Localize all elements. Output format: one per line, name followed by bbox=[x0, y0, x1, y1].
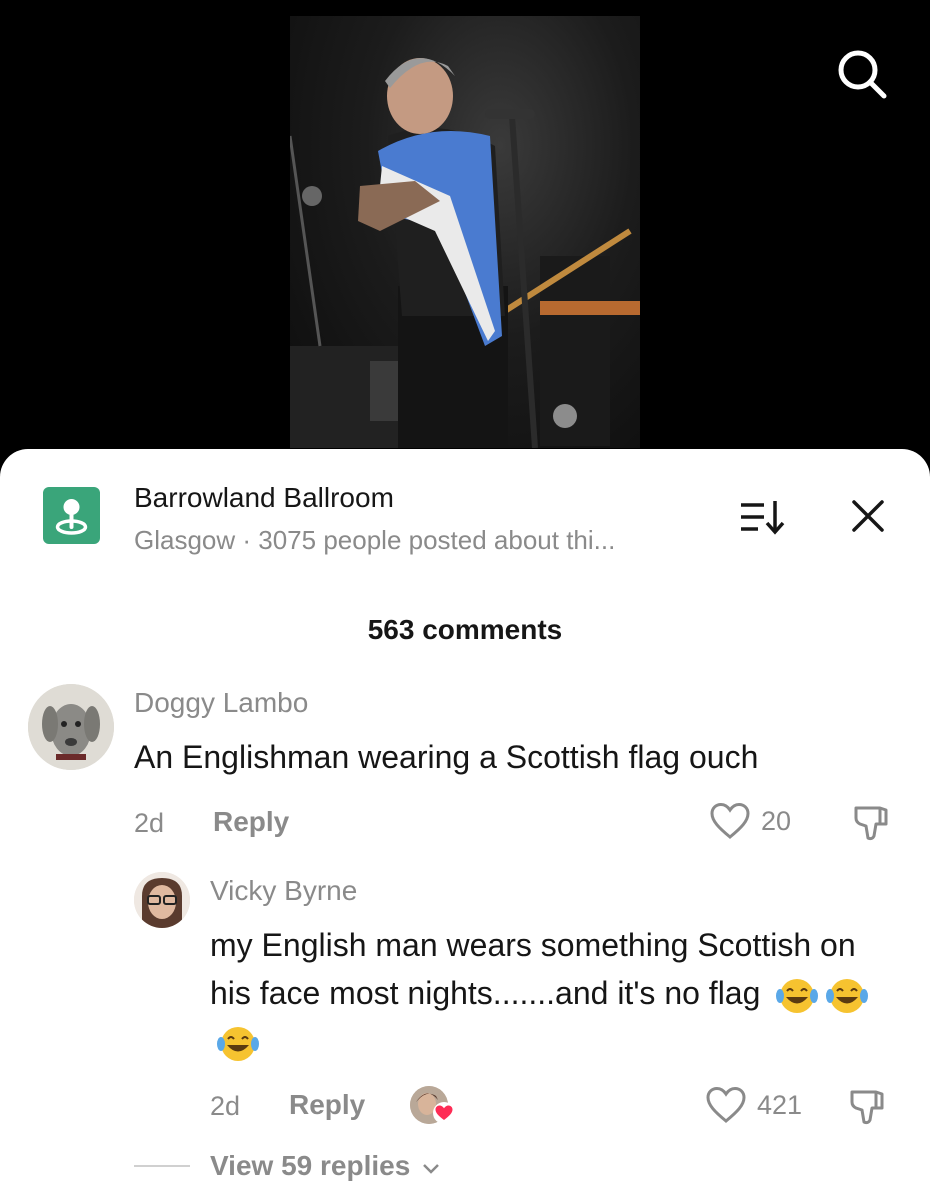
heart-icon bbox=[710, 802, 750, 839]
dog-avatar-image bbox=[28, 684, 114, 770]
concert-scene-image bbox=[290, 58, 640, 448]
comment-time: 2d bbox=[134, 808, 165, 838]
location-subtitle: Glasgow · 3075 people posted about thi..… bbox=[134, 525, 616, 555]
comments-count: 563 comments bbox=[367, 614, 563, 645]
video-area bbox=[0, 0, 930, 470]
avatar[interactable] bbox=[134, 872, 190, 928]
like-button[interactable]: 421 bbox=[705, 1086, 802, 1124]
comment-username[interactable]: Doggy Lambo bbox=[134, 687, 308, 719]
view-replies-button[interactable]: View 59 replies bbox=[210, 1150, 442, 1182]
user-avatar-image bbox=[134, 872, 190, 928]
comment-text: An Englishman wearing a Scottish flag ou… bbox=[134, 739, 759, 775]
comment-username[interactable]: Vicky Byrne bbox=[210, 875, 357, 907]
avatar[interactable] bbox=[28, 684, 114, 770]
sort-icon[interactable] bbox=[738, 497, 788, 537]
thumbs-down-icon[interactable] bbox=[852, 802, 892, 847]
close-icon[interactable] bbox=[848, 496, 888, 536]
divider bbox=[134, 1165, 190, 1167]
heart-icon bbox=[706, 1086, 746, 1123]
reply-button[interactable]: Reply bbox=[213, 806, 289, 838]
comment-time: 2d bbox=[210, 1091, 241, 1121]
comment-text-body: my English man wears something Scottish … bbox=[210, 927, 856, 1011]
laughing-emoji-icon bbox=[826, 978, 869, 1013]
like-count: 20 bbox=[761, 805, 792, 836]
search-icon[interactable] bbox=[834, 46, 890, 102]
reply-button[interactable]: Reply bbox=[289, 1089, 365, 1121]
chevron-down-icon bbox=[423, 1163, 439, 1174]
like-count: 421 bbox=[757, 1089, 803, 1120]
thumbs-down-icon[interactable] bbox=[848, 1086, 888, 1131]
laughing-emoji-icon bbox=[217, 1026, 259, 1061]
location-pin-icon[interactable] bbox=[43, 487, 100, 544]
view-replies-label: View 59 replies bbox=[210, 1150, 411, 1181]
laughing-emoji-icon bbox=[776, 978, 819, 1013]
like-button[interactable]: 20 bbox=[709, 802, 791, 840]
location-title[interactable]: Barrowland Ballroom bbox=[134, 482, 394, 514]
video-thumbnail[interactable] bbox=[290, 16, 640, 448]
heart-icon bbox=[433, 1102, 455, 1124]
comment-text: my English man wears something Scottish … bbox=[210, 921, 900, 1065]
